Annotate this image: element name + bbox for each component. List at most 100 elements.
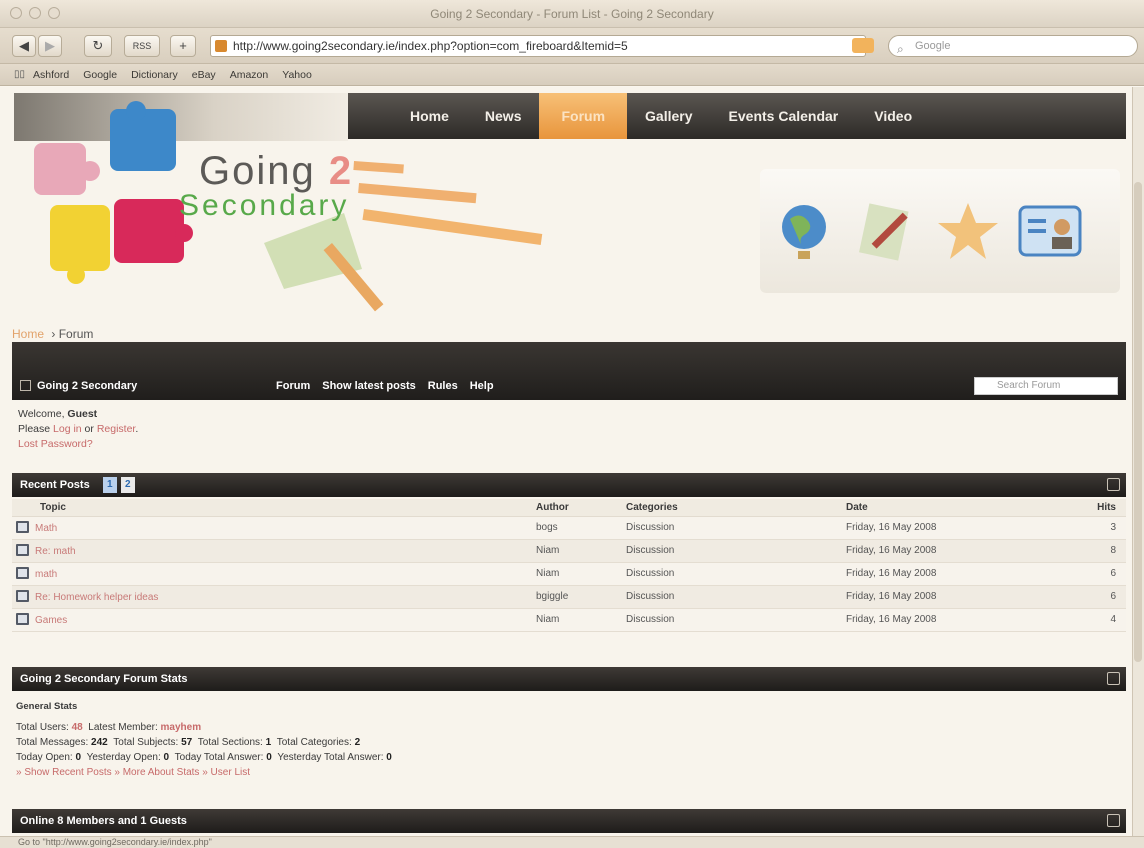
hits-cell: 4 [1082, 608, 1126, 632]
topic-icon [16, 590, 29, 602]
topic-icon [16, 521, 29, 533]
site-favicon-icon [215, 40, 227, 52]
pencil-paper-icon[interactable] [854, 199, 918, 263]
topic-link[interactable]: Games [35, 615, 67, 626]
bookmark-dictionary[interactable]: Dictionary [131, 69, 178, 81]
topic-link[interactable]: Re: math [35, 546, 76, 557]
bookmarks-icon[interactable]: ▯▯ [14, 69, 25, 80]
topic-link[interactable]: math [35, 569, 57, 580]
latest-member-link[interactable]: mayhem [161, 722, 202, 733]
category-cell[interactable]: Discussion [622, 516, 842, 540]
category-cell[interactable]: Discussion [622, 608, 842, 632]
logo-title: Going 2 [199, 149, 353, 194]
latest-member-label: Latest Member: [88, 722, 161, 733]
logo-two: 2 [328, 149, 354, 193]
category-cell[interactable]: Discussion [622, 585, 842, 609]
yesterday-answer-value: 0 [386, 752, 392, 763]
collapse-recent-posts-icon[interactable] [1107, 478, 1120, 491]
online-prefix: Online [20, 815, 58, 827]
stats-line-2: Total Messages: 242 Total Subjects: 57 T… [16, 735, 392, 750]
nav-news[interactable]: News [467, 93, 540, 139]
author-cell[interactable]: Niam [532, 539, 622, 563]
rss-button[interactable]: RSS [124, 35, 160, 57]
nav-events-calendar[interactable]: Events Calendar [711, 93, 857, 139]
header-icons-panel [760, 169, 1120, 293]
breadcrumb-home[interactable]: Home [12, 327, 44, 341]
total-sections-value: 1 [265, 737, 272, 748]
breadcrumb: Home › Forum [12, 327, 93, 341]
logo-subtitle: Secondary [179, 189, 350, 222]
col-author: Author [532, 499, 622, 517]
table-row: math Niam Discussion Friday, 16 May 2008… [12, 562, 1126, 586]
total-subjects-value: 57 [181, 737, 193, 748]
forum-stats-title: Going 2 Secondary Forum Stats [20, 673, 188, 685]
please-text: Please [18, 423, 54, 435]
date-cell: Friday, 16 May 2008 [842, 562, 1082, 586]
back-button[interactable]: ◀ [12, 35, 36, 57]
login-link[interactable]: Log in [53, 423, 82, 435]
hits-cell: 8 [1082, 539, 1126, 563]
id-card-icon[interactable] [1018, 199, 1082, 263]
topic-link[interactable]: Math [35, 523, 57, 534]
register-link[interactable]: Register [97, 423, 136, 435]
collapse-square-icon[interactable] [20, 380, 31, 391]
recent-posts-title: Recent Posts [20, 479, 90, 491]
col-hits: Hits [1082, 499, 1126, 517]
vertical-scrollbar[interactable] [1132, 87, 1144, 836]
col-date: Date [842, 499, 1082, 517]
browser-window: Going 2 Secondary - Forum List - Going 2… [0, 0, 1144, 848]
author-cell[interactable]: bgiggle [532, 585, 622, 609]
nav-gallery[interactable]: Gallery [627, 93, 710, 139]
bookmark-amazon[interactable]: Amazon [230, 69, 269, 81]
today-open-label: Today Open: [16, 752, 76, 763]
bookmark-ashford[interactable]: Ashford [33, 69, 69, 81]
nav-home[interactable]: Home [392, 93, 467, 139]
stats-links[interactable]: » Show Recent Posts » More About Stats »… [16, 765, 392, 780]
nav-video[interactable]: Video [856, 93, 930, 139]
add-bookmark-button[interactable]: + [170, 35, 196, 57]
total-users-value[interactable]: 48 [72, 722, 83, 733]
or-text: or [81, 423, 97, 435]
collapse-stats-icon[interactable] [1107, 672, 1120, 685]
rss-feed-icon[interactable] [852, 38, 874, 53]
welcome-user: Guest [67, 408, 98, 420]
bookmark-yahoo[interactable]: Yahoo [282, 69, 312, 81]
online-header: Online 8 Members and 1 Guests [12, 809, 1126, 833]
author-cell[interactable]: bogs [532, 516, 622, 540]
table-row: Games Niam Discussion Friday, 16 May 200… [12, 608, 1126, 632]
search-field[interactable]: ⌕ Google [888, 35, 1138, 57]
nav-forum[interactable]: Forum [539, 93, 628, 139]
author-cell[interactable]: Niam [532, 562, 622, 586]
total-categories-value: 2 [354, 737, 361, 748]
forum-link-forum[interactable]: Forum [276, 380, 310, 392]
topic-link[interactable]: Re: Homework helper ideas [35, 592, 158, 603]
date-cell: Friday, 16 May 2008 [842, 608, 1082, 632]
reload-button[interactable]: ↻ [84, 35, 112, 57]
page-1-button[interactable]: 1 [102, 477, 117, 493]
lost-password-link[interactable]: Lost Password? [18, 437, 138, 452]
table-row: Re: math Niam Discussion Friday, 16 May … [12, 539, 1126, 563]
globe-icon[interactable] [772, 199, 836, 263]
forum-link-help[interactable]: Help [470, 380, 494, 392]
category-cell[interactable]: Discussion [622, 539, 842, 563]
star-icon[interactable] [936, 199, 1000, 263]
page-2-button[interactable]: 2 [120, 477, 135, 493]
recent-posts-header: Recent Posts 12 [12, 473, 1126, 497]
category-cell[interactable]: Discussion [622, 562, 842, 586]
forward-button[interactable]: ▶ [38, 35, 62, 57]
author-cell[interactable]: Niam [532, 608, 622, 632]
total-subjects-label: Total Subjects: [113, 737, 182, 748]
forum-link-latest-posts[interactable]: Show latest posts [322, 380, 416, 392]
bookmark-ebay[interactable]: eBay [192, 69, 216, 81]
forum-link-rules[interactable]: Rules [428, 380, 458, 392]
logo-going: Going [199, 149, 316, 193]
bookmark-google[interactable]: Google [83, 69, 117, 81]
forum-title-text: Going 2 Secondary [37, 380, 138, 392]
hits-cell: 3 [1082, 516, 1126, 540]
address-bar[interactable]: http://www.going2secondary.ie/index.php?… [210, 35, 866, 57]
col-topic: Topic [12, 499, 532, 517]
topic-icon [16, 613, 29, 625]
collapse-online-icon[interactable] [1107, 814, 1120, 827]
scrollbar-thumb[interactable] [1134, 182, 1142, 662]
forum-search-input[interactable]: Search Forum [974, 377, 1118, 395]
